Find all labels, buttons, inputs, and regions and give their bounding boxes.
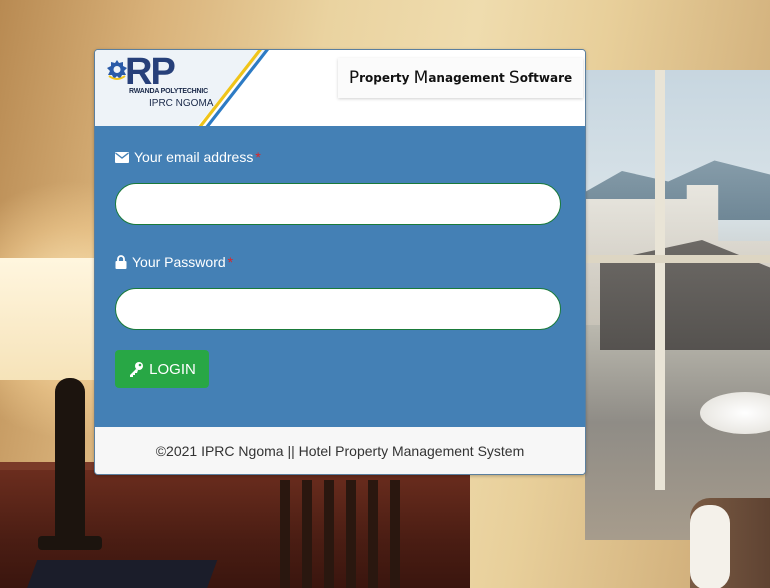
logo-subtitle: RWANDA POLYTECHNIC: [129, 88, 208, 95]
title-initial-m: M: [413, 68, 429, 88]
login-form: Your email address * Your Password * LOGIN: [95, 126, 585, 427]
card-header: RP RWANDA POLYTECHNIC IPRC NGOMA Propert…: [95, 50, 585, 126]
required-marker: *: [255, 149, 261, 165]
title-word-s: oftware: [519, 71, 573, 85]
required-marker: *: [227, 254, 234, 270]
logo-text: RP: [125, 51, 176, 93]
email-label-text: Your email address: [134, 149, 254, 165]
footer: ©2021 IPRC Ngoma || Hotel Property Manag…: [95, 427, 585, 474]
login-button[interactable]: LOGIN: [115, 350, 209, 388]
password-field[interactable]: [115, 288, 561, 330]
login-card: RP RWANDA POLYTECHNIC IPRC NGOMA Propert…: [94, 49, 586, 475]
app-title: Property Management Software: [338, 58, 583, 98]
logo: RP RWANDA POLYTECHNIC IPRC NGOMA: [95, 50, 265, 126]
title-word-p: roperty: [359, 71, 414, 85]
email-label: Your email address *: [115, 149, 261, 165]
logo-campus: IPRC NGOMA: [149, 98, 214, 109]
title-initial-s: S: [508, 68, 520, 88]
title-initial-p: P: [348, 68, 360, 88]
password-label-text: Your Password: [132, 254, 226, 270]
envelope-icon: [115, 151, 129, 163]
password-label: Your Password *: [115, 254, 233, 270]
footer-text: ©2021 IPRC Ngoma || Hotel Property Manag…: [155, 442, 525, 459]
title-word-m: anagement: [428, 71, 509, 85]
login-button-label: LOGIN: [149, 360, 196, 378]
key-icon: [130, 362, 144, 377]
email-field[interactable]: [115, 183, 561, 225]
lock-icon: [115, 255, 127, 269]
